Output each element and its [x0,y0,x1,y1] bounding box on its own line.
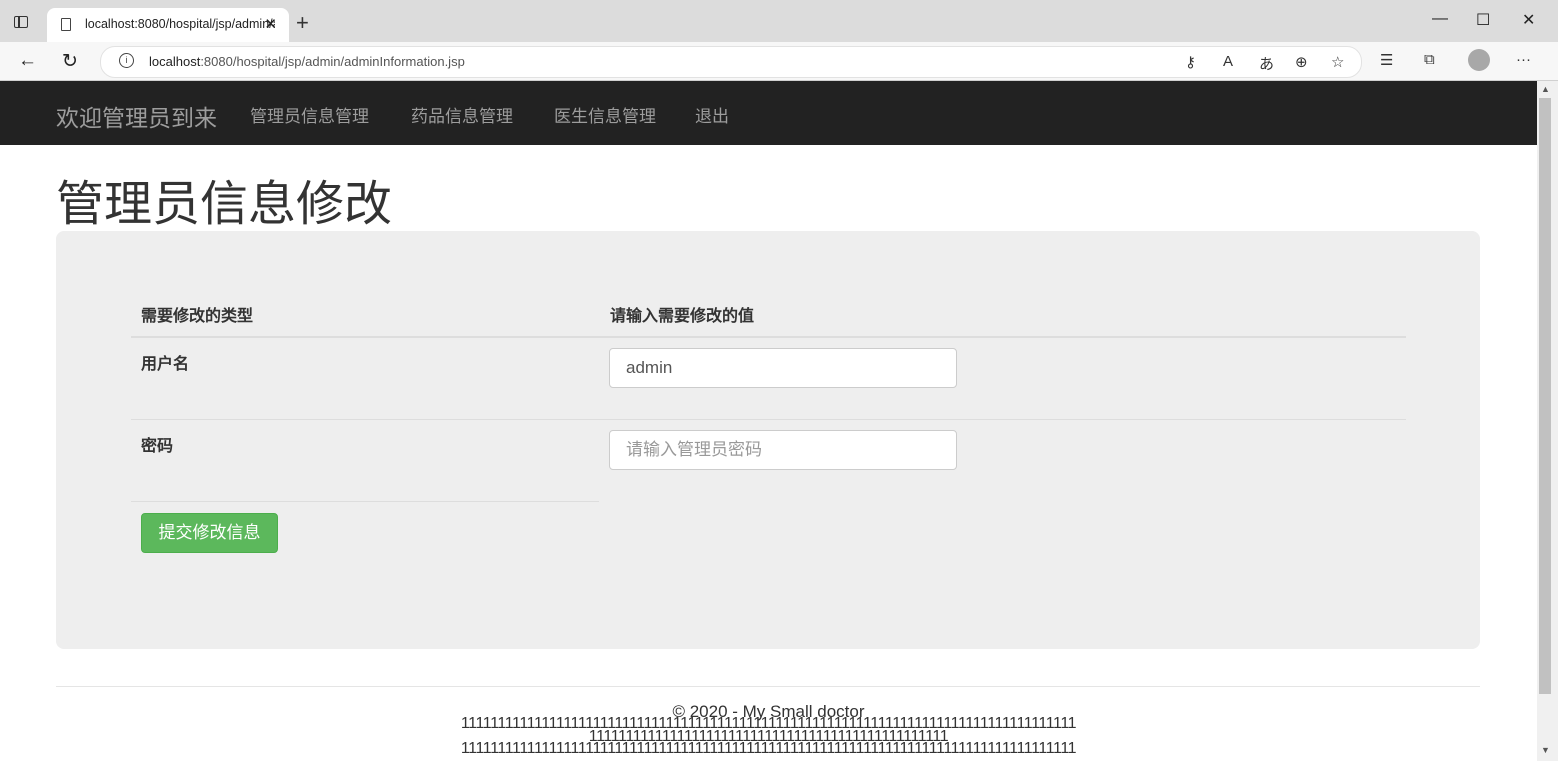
favorite-add-icon[interactable]: ☆ [1331,53,1344,71]
zoom-icon[interactable]: ⊕ [1295,53,1308,71]
table-header-divider [131,336,1406,338]
browser-tab-bar: localhost:8080/hospital/jsp/admin/adminI… [0,0,1558,42]
tab-actions-icon[interactable] [14,16,28,28]
navbar-brand[interactable]: 欢迎管理员到来 [56,99,217,133]
nav-drug-info[interactable]: 药品信息管理 [411,102,513,127]
tab-close-icon[interactable]: ✕ [264,15,277,33]
scroll-down-icon[interactable]: ▼ [1541,745,1550,755]
submit-button[interactable]: 提交修改信息 [141,513,278,553]
read-aloud-icon[interactable]: A [1223,53,1233,70]
address-bar-row: ← ↻ i localhost:8080/hospital/jsp/admin/… [0,42,1558,81]
password-label: 密码 [141,438,174,455]
column-header-value: 请输入需要修改的值 [610,308,755,325]
url-field[interactable]: i localhost:8080/hospital/jsp/admin/admi… [100,46,1362,78]
nav-admin-info[interactable]: 管理员信息管理 [250,102,369,127]
column-header-type: 需要修改的类型 [141,308,254,325]
new-tab-button[interactable]: + [296,10,309,36]
nav-logout[interactable]: 退出 [695,102,729,127]
key-icon[interactable]: ⚷ [1185,53,1196,71]
collections-icon[interactable]: ⧉ [1424,51,1435,68]
password-input[interactable] [609,430,957,470]
close-window-button[interactable]: ✕ [1522,10,1535,30]
footer-divider [56,686,1480,687]
scroll-up-icon[interactable]: ▲ [1541,84,1550,94]
minimize-button[interactable]: — [1432,10,1448,28]
back-icon[interactable]: ← [18,50,37,72]
refresh-icon[interactable]: ↻ [62,50,78,73]
username-input[interactable] [609,348,957,388]
url-host: localhost [149,54,201,69]
translate-icon[interactable]: あ [1259,53,1274,74]
scrollbar-thumb[interactable] [1539,98,1551,694]
row-divider [131,501,599,502]
more-icon[interactable]: ··· [1516,51,1531,68]
favorites-icon[interactable]: ☰ [1380,51,1393,69]
row-divider [131,419,1406,420]
url-path: :8080/hospital/jsp/admin/adminInformatio… [200,54,465,69]
site-info-icon[interactable]: i [119,53,134,68]
browser-tab[interactable]: localhost:8080/hospital/jsp/admin/adminI… [47,8,289,42]
tab-title: localhost:8080/hospital/jsp/admin/adminI… [85,17,275,31]
site-navbar: 欢迎管理员到来 管理员信息管理 药品信息管理 医生信息管理 退出 [0,81,1537,145]
nav-doctor-info[interactable]: 医生信息管理 [554,102,656,127]
username-label: 用户名 [141,356,190,373]
maximize-button[interactable]: ☐ [1476,10,1490,30]
page-icon [61,18,71,31]
url-text: localhost:8080/hospital/jsp/admin/adminI… [149,54,465,69]
profile-icon[interactable] [1468,49,1490,71]
page-title: 管理员信息修改 [56,178,393,231]
footer-line-3: 1111111111111111111111111111111111111111… [460,740,1077,757]
